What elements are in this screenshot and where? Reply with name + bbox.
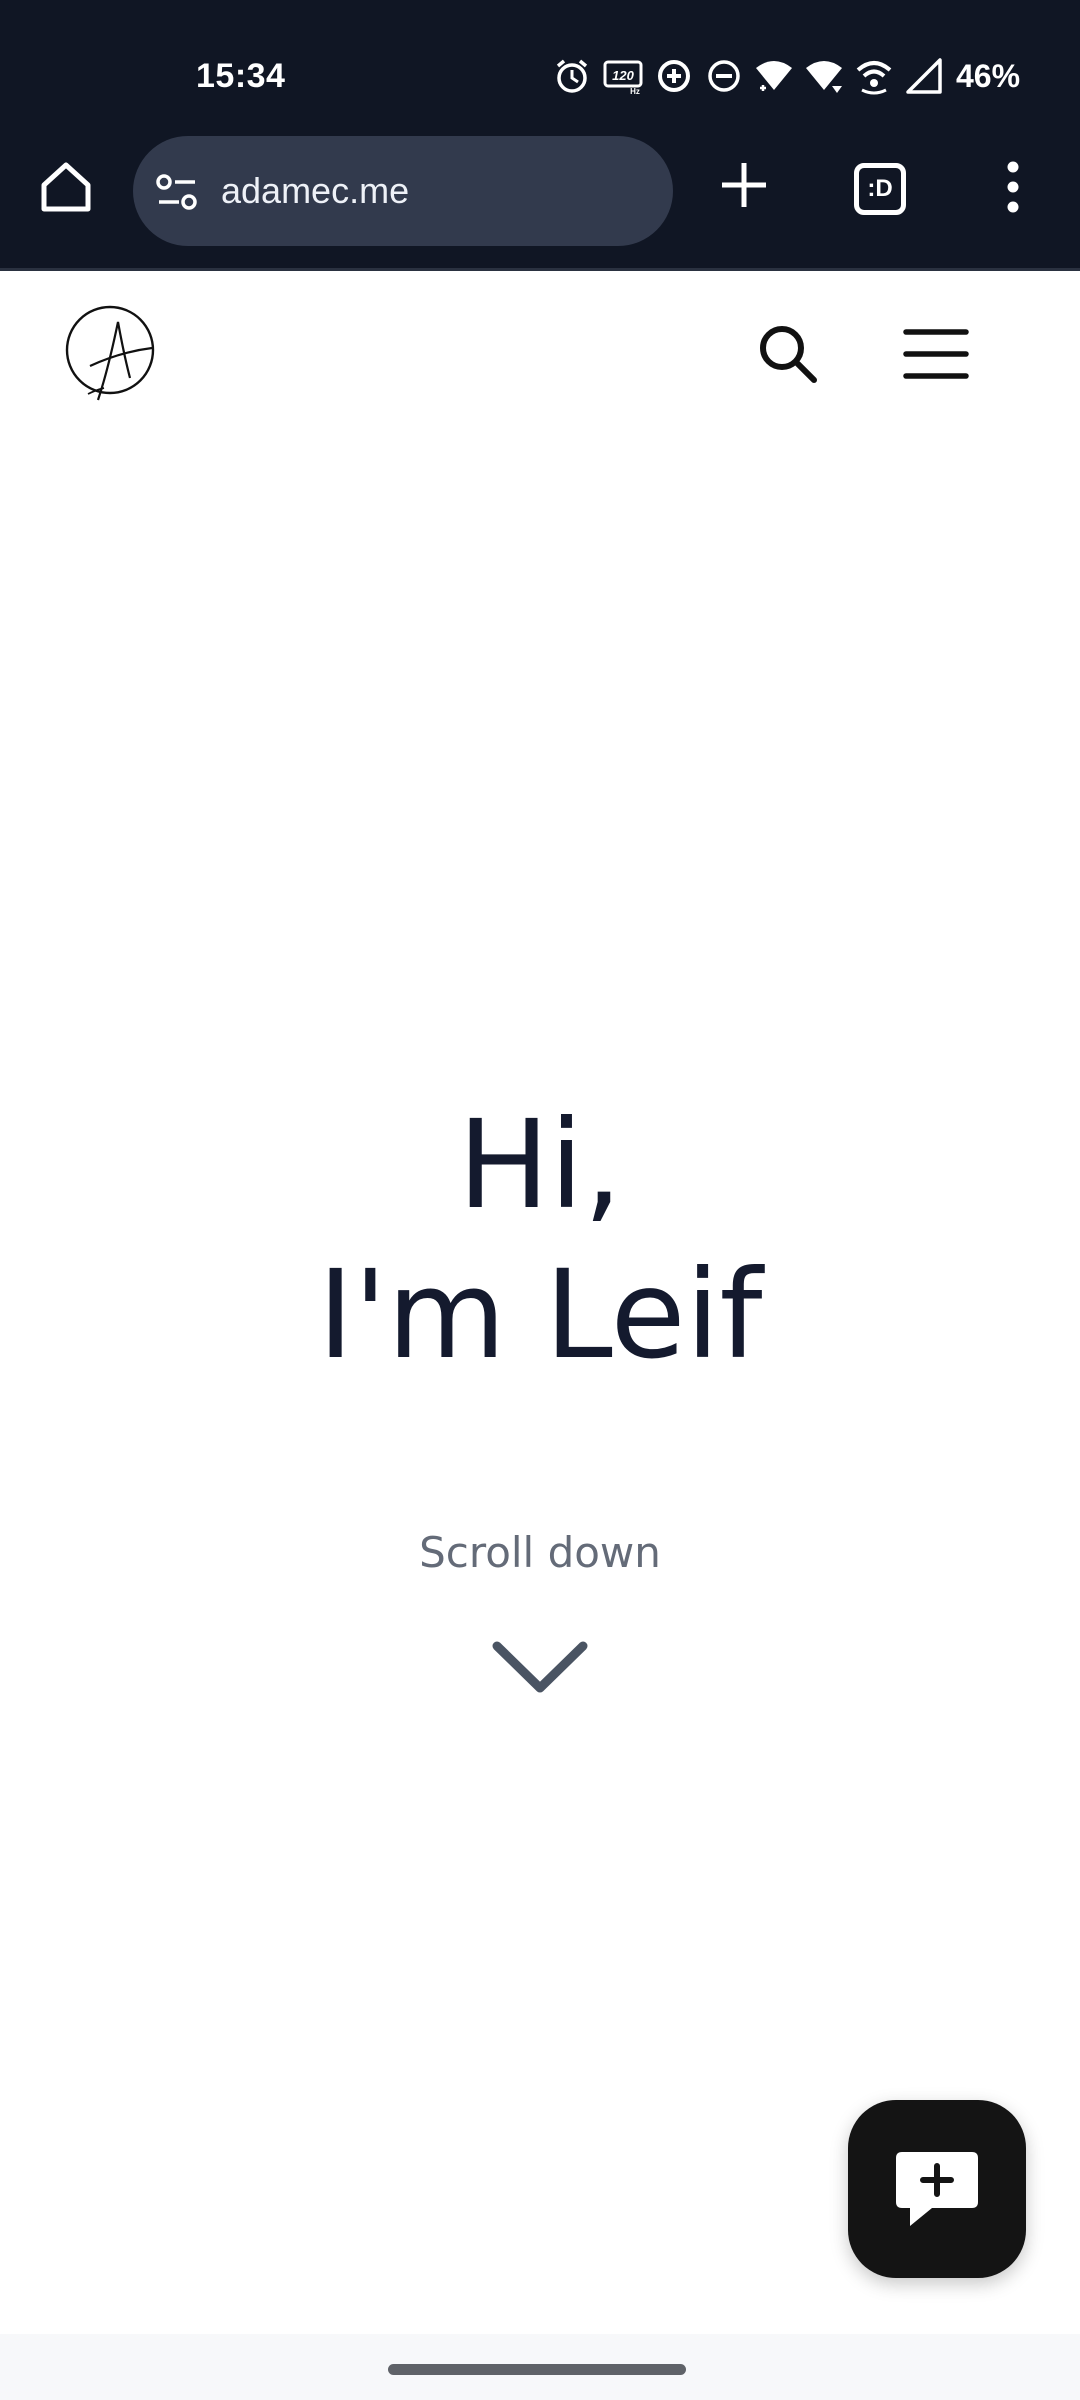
more-options-icon[interactable] (996, 157, 1030, 217)
hero-heading-line2: I'm Leif (317, 1244, 763, 1386)
wifi-icon (756, 61, 792, 91)
alarm-icon (556, 59, 588, 93)
chevron-down-icon[interactable] (490, 1636, 590, 1696)
tab-switcher-button[interactable]: :D (854, 163, 906, 215)
status-icons: 120 Hz (552, 52, 954, 100)
home-icon[interactable] (36, 157, 96, 217)
battery-percentage: 46% (956, 58, 1021, 94)
browser-toolbar: adamec.me :D (0, 135, 1080, 271)
cell-signal-icon (906, 58, 942, 94)
status-bar: 15:34 120 Hz 46% (0, 0, 1080, 135)
site-settings-icon[interactable] (155, 170, 199, 214)
hamburger-menu-icon[interactable] (902, 326, 970, 382)
gesture-nav-area (0, 2334, 1080, 2400)
new-tab-icon[interactable] (716, 157, 772, 213)
hotspot-icon (856, 61, 892, 95)
site-logo[interactable] (60, 300, 160, 410)
svg-text:Hz: Hz (630, 87, 640, 96)
gesture-handle[interactable] (388, 2364, 686, 2375)
hero-heading-line1: Hi, (457, 1094, 623, 1236)
refresh-rate-120hz-icon: 120 Hz (603, 60, 643, 96)
url-text[interactable]: adamec.me (221, 166, 409, 216)
wifi-icon (806, 61, 842, 93)
status-time: 15:34 (196, 57, 286, 95)
search-icon[interactable] (756, 322, 820, 386)
svg-text:120: 120 (612, 68, 634, 83)
url-bar[interactable]: adamec.me (133, 136, 673, 246)
do-not-disturb-icon (708, 60, 740, 92)
screen: 15:34 120 Hz 46% adamec.me:D Hi, I'm Le… (0, 0, 1080, 2400)
data-saver-icon (658, 60, 690, 92)
scroll-down-label[interactable]: Scroll down (0, 1525, 1080, 1581)
chat-bubble-icon (896, 2152, 978, 2226)
chat-button[interactable] (848, 2100, 1026, 2278)
